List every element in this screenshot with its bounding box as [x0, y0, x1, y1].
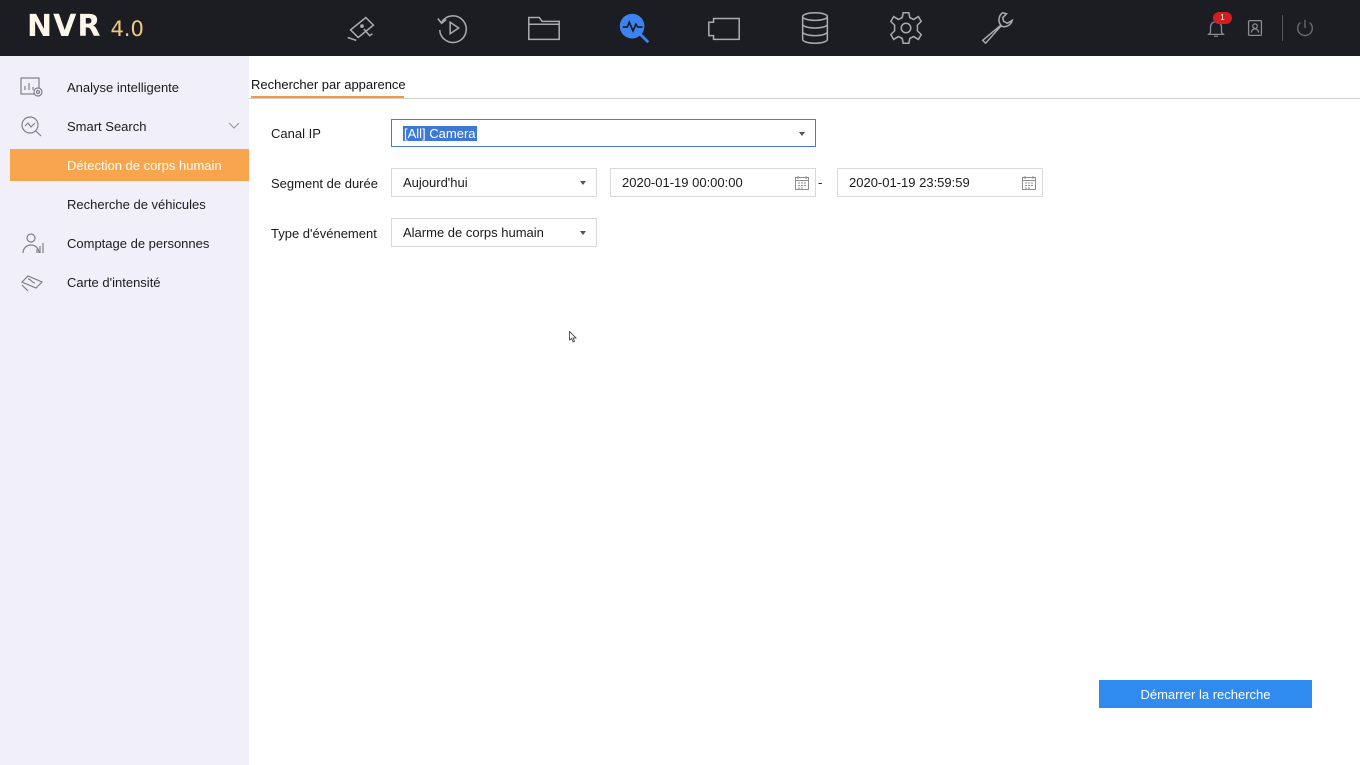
analysis-icon — [19, 75, 45, 99]
range-separator: - — [818, 175, 823, 190]
gear-icon — [889, 12, 923, 44]
sidebar-item-label: Analyse intelligente — [67, 79, 180, 95]
sidebar-item-label: Comptage de personnes — [67, 235, 210, 251]
people-count-icon — [19, 231, 45, 255]
nav-live-view[interactable] — [342, 8, 382, 48]
logo-text: NVR — [27, 9, 102, 44]
camera-box-icon — [708, 17, 740, 41]
folder-icon — [528, 16, 560, 41]
top-divider — [1282, 15, 1283, 41]
channel-value: [All] Camera — [403, 125, 477, 141]
tab-label: Rechercher par apparence — [251, 77, 406, 92]
dropdown-caret-icon — [799, 132, 805, 136]
event-type-select[interactable]: Alarme de corps humain — [391, 218, 597, 247]
nav-playback[interactable] — [433, 8, 473, 48]
power-icon — [1297, 19, 1313, 37]
duration-select[interactable]: Aujourd'hui — [391, 168, 597, 197]
sidebar-item-smart-search[interactable]: Smart Search — [10, 110, 249, 142]
channel-select[interactable]: [All] Camera — [391, 119, 816, 147]
dropdown-caret-icon — [580, 231, 586, 235]
heatmap-icon — [19, 270, 45, 294]
start-search-button[interactable]: Démarrer la recherche — [1099, 680, 1312, 708]
logo-version: 4.0 — [110, 17, 144, 41]
event-type-label: Type d'événement — [271, 226, 377, 241]
nav-storage[interactable] — [795, 8, 835, 48]
event-type-value: Alarme de corps humain — [403, 225, 544, 240]
calendar-icon[interactable] — [794, 175, 810, 191]
chevron-down-icon[interactable] — [227, 118, 241, 132]
camera-icon — [347, 16, 375, 42]
sidebar-item-people-counting[interactable]: Comptage de personnes — [10, 227, 249, 259]
nav-camera[interactable] — [704, 8, 744, 48]
tab-divider — [249, 98, 1360, 99]
sidebar-item-heatmap[interactable]: Carte d'intensité — [10, 266, 249, 298]
sidebar-item-label: Recherche de véhicules — [67, 196, 206, 212]
sidebar-item-intelligent-analysis[interactable]: Analyse intelligente — [10, 71, 249, 103]
power-button[interactable] — [1291, 14, 1319, 42]
sidebar-item-label: Carte d'intensité — [67, 274, 161, 290]
nav-file-management[interactable] — [524, 8, 564, 48]
duration-label: Segment de durée — [271, 176, 378, 191]
nav-configuration[interactable] — [886, 8, 926, 48]
search-analysis-icon — [619, 13, 650, 44]
smart-search-icon — [19, 114, 45, 138]
sidebar-item-vehicle-search[interactable]: Recherche de véhicules — [10, 188, 249, 220]
playback-icon — [437, 15, 467, 44]
dropdown-caret-icon — [580, 181, 586, 185]
sidebar-item-label: Détection de corps humain — [67, 157, 222, 173]
tab-search-by-appearance[interactable]: Rechercher par apparence — [251, 77, 406, 99]
sidebar: Analyse intelligente Smart Search Détect… — [0, 56, 249, 765]
sidebar-item-human-detection[interactable]: Détection de corps humain — [10, 149, 249, 181]
calendar-icon[interactable] — [1021, 175, 1037, 191]
database-icon — [801, 12, 829, 44]
nav-smart-analysis[interactable] — [614, 8, 654, 48]
start-time-value: 2020-01-19 00:00:00 — [622, 175, 743, 190]
end-time-value: 2020-01-19 23:59:59 — [849, 175, 970, 190]
app-logo: NVR 4.0 — [27, 9, 144, 45]
mouse-cursor-icon — [569, 331, 577, 343]
start-time-input[interactable]: 2020-01-19 00:00:00 — [610, 168, 816, 197]
user-button[interactable] — [1241, 14, 1269, 42]
wrench-icon — [981, 11, 1014, 45]
user-icon — [1247, 20, 1263, 36]
notification-badge: 1 — [1213, 12, 1232, 24]
end-time-input[interactable]: 2020-01-19 23:59:59 — [837, 168, 1043, 197]
nav-maintenance[interactable] — [977, 8, 1017, 48]
sidebar-item-label: Smart Search — [67, 118, 147, 134]
duration-value: Aujourd'hui — [403, 175, 468, 190]
top-bar: NVR 4.0 1 — [0, 0, 1360, 56]
channel-label: Canal IP — [271, 126, 321, 141]
